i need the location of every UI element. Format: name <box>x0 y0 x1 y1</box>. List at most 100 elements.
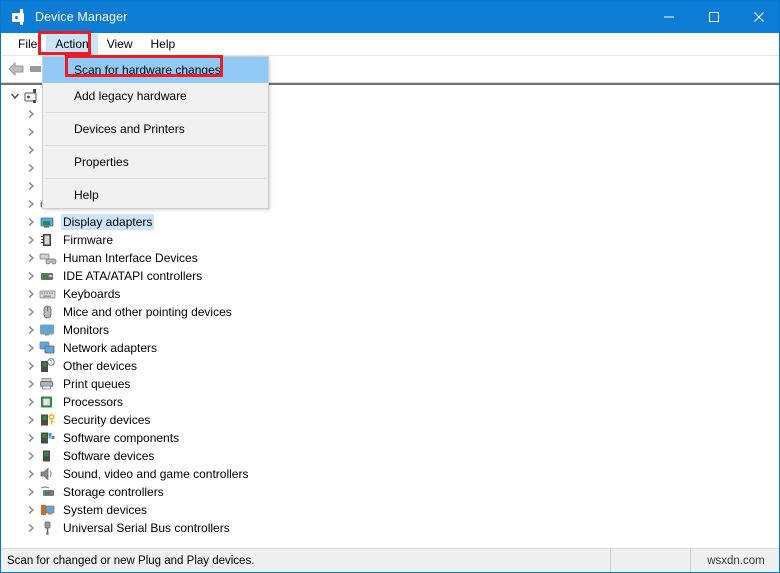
software-device-icon <box>39 448 57 464</box>
window-title: Device Manager <box>35 10 128 24</box>
chevron-right-icon[interactable] <box>23 375 39 393</box>
tree-row-label: Monitors <box>63 323 110 337</box>
menu-item-scan-for-hardware-changes[interactable]: Scan for hardware changes <box>43 57 268 83</box>
firmware-icon <box>39 232 57 248</box>
menu-separator <box>45 178 266 179</box>
tree-row-label: Universal Serial Bus controllers <box>63 521 230 535</box>
other-devices-icon: ? <box>39 358 57 374</box>
storage-controller-icon <box>39 484 57 500</box>
menu-view[interactable]: View <box>98 34 142 55</box>
device-manager-icon <box>11 9 27 25</box>
tree-row-software-devices[interactable]: Software devices <box>1 447 779 465</box>
tree-row-processors[interactable]: Processors <box>1 393 779 411</box>
tree-row-display-adapters[interactable]: Display adapters <box>1 213 779 231</box>
chevron-right-icon[interactable] <box>23 123 39 141</box>
back-arrow-icon[interactable] <box>7 60 27 78</box>
monitor-icon <box>39 322 57 338</box>
chevron-right-icon[interactable] <box>23 303 39 321</box>
chevron-right-icon[interactable] <box>23 141 39 159</box>
tree-row-label: Security devices <box>63 413 151 427</box>
tree-row-label: IDE ATA/ATAPI controllers <box>63 269 203 283</box>
tree-row-label: System devices <box>63 503 148 517</box>
window-controls <box>646 1 779 33</box>
status-message: Scan for changed or new Plug and Play de… <box>1 549 611 572</box>
chevron-right-icon[interactable] <box>23 519 39 537</box>
chevron-right-icon[interactable] <box>23 159 39 177</box>
watermark: wsxdn.com <box>707 554 765 567</box>
chevron-down-icon[interactable] <box>7 87 23 105</box>
tree-row-ide-controllers[interactable]: IDE ATA/ATAPI controllers <box>1 267 779 285</box>
sound-controller-icon <box>39 466 57 482</box>
chevron-right-icon[interactable] <box>23 501 39 519</box>
chevron-right-icon[interactable] <box>23 231 39 249</box>
display-adapter-icon <box>39 214 57 230</box>
maximize-button[interactable] <box>691 1 736 33</box>
tree-row-label: Mice and other pointing devices <box>63 305 232 319</box>
title-bar[interactable]: Device Manager <box>1 1 779 33</box>
chevron-right-icon[interactable] <box>23 465 39 483</box>
menu-item-devices-and-printers[interactable]: Devices and Printers <box>43 116 268 142</box>
menu-bar: File Action View Help <box>1 33 779 56</box>
tree-row-network-adapters[interactable]: Network adapters <box>1 339 779 357</box>
tree-row-label: Firmware <box>63 233 113 247</box>
tree-row-security-devices[interactable]: Security devices <box>1 411 779 429</box>
tree-row-label: Storage controllers <box>63 485 164 499</box>
system-device-icon <box>39 502 57 518</box>
tree-row-label: Display adapters <box>61 214 155 230</box>
menu-file[interactable]: File <box>9 34 46 55</box>
close-button[interactable] <box>736 1 779 33</box>
tree-row-keyboards[interactable]: Keyboards <box>1 285 779 303</box>
mouse-icon <box>39 304 57 320</box>
tree-row-human-interface-devices[interactable]: Human Interface Devices <box>1 249 779 267</box>
tree-row-label: Human Interface Devices <box>63 251 198 265</box>
chevron-right-icon[interactable] <box>23 195 39 213</box>
tree-row-label: Print queues <box>63 377 131 391</box>
ide-controller-icon <box>39 268 57 284</box>
tree-row-label: Software devices <box>63 449 155 463</box>
chevron-right-icon[interactable] <box>23 411 39 429</box>
network-adapter-icon <box>39 340 57 356</box>
tree-row-sound-controllers[interactable]: Sound, video and game controllers <box>1 465 779 483</box>
status-spacer <box>611 549 691 572</box>
chevron-right-icon[interactable] <box>23 339 39 357</box>
menu-item-properties[interactable]: Properties <box>43 149 268 175</box>
menu-item-help[interactable]: Help <box>43 182 268 208</box>
tree-row-print-queues[interactable]: Print queues <box>1 375 779 393</box>
chevron-right-icon[interactable] <box>23 321 39 339</box>
tree-row-mice[interactable]: Mice and other pointing devices <box>1 303 779 321</box>
tree-row-storage-controllers[interactable]: Storage controllers <box>1 483 779 501</box>
menu-action[interactable]: Action <box>46 33 98 55</box>
chevron-right-icon[interactable] <box>23 357 39 375</box>
security-device-icon <box>39 412 57 428</box>
chevron-right-icon[interactable] <box>23 447 39 465</box>
tree-row-label: Other devices <box>63 359 138 373</box>
device-manager-window: Device Manager File Action View Help Dis… <box>0 0 780 573</box>
action-menu-dropdown[interactable]: Scan for hardware changes Add legacy har… <box>42 56 269 209</box>
tree-row-monitors[interactable]: Monitors <box>1 321 779 339</box>
minimize-button[interactable] <box>646 1 691 33</box>
chevron-right-icon[interactable] <box>23 105 39 123</box>
tree-row-usb-controllers[interactable]: Universal Serial Bus controllers <box>1 519 779 537</box>
tree-row-software-components[interactable]: Software components <box>1 429 779 447</box>
chevron-right-icon[interactable] <box>23 177 39 195</box>
menu-separator <box>45 112 266 113</box>
chevron-right-icon[interactable] <box>23 483 39 501</box>
tree-row-label: Processors <box>63 395 124 409</box>
menu-help[interactable]: Help <box>142 34 185 55</box>
status-bar: Scan for changed or new Plug and Play de… <box>1 548 779 572</box>
menu-item-add-legacy-hardware[interactable]: Add legacy hardware <box>43 83 268 109</box>
chevron-right-icon[interactable] <box>23 285 39 303</box>
tree-row-system-devices[interactable]: System devices <box>1 501 779 519</box>
tree-row-other-devices[interactable]: ? Other devices <box>1 357 779 375</box>
tree-row-firmware[interactable]: Firmware <box>1 231 779 249</box>
tree-row-label: Keyboards <box>63 287 121 301</box>
hid-icon <box>39 250 57 266</box>
chevron-right-icon[interactable] <box>23 393 39 411</box>
chevron-right-icon[interactable] <box>23 249 39 267</box>
tree-row-label: Software components <box>63 431 180 445</box>
svg-text:?: ? <box>50 360 53 366</box>
tree-row-label: Network adapters <box>63 341 158 355</box>
chevron-right-icon[interactable] <box>23 267 39 285</box>
chevron-right-icon[interactable] <box>23 213 39 231</box>
chevron-right-icon[interactable] <box>23 429 39 447</box>
